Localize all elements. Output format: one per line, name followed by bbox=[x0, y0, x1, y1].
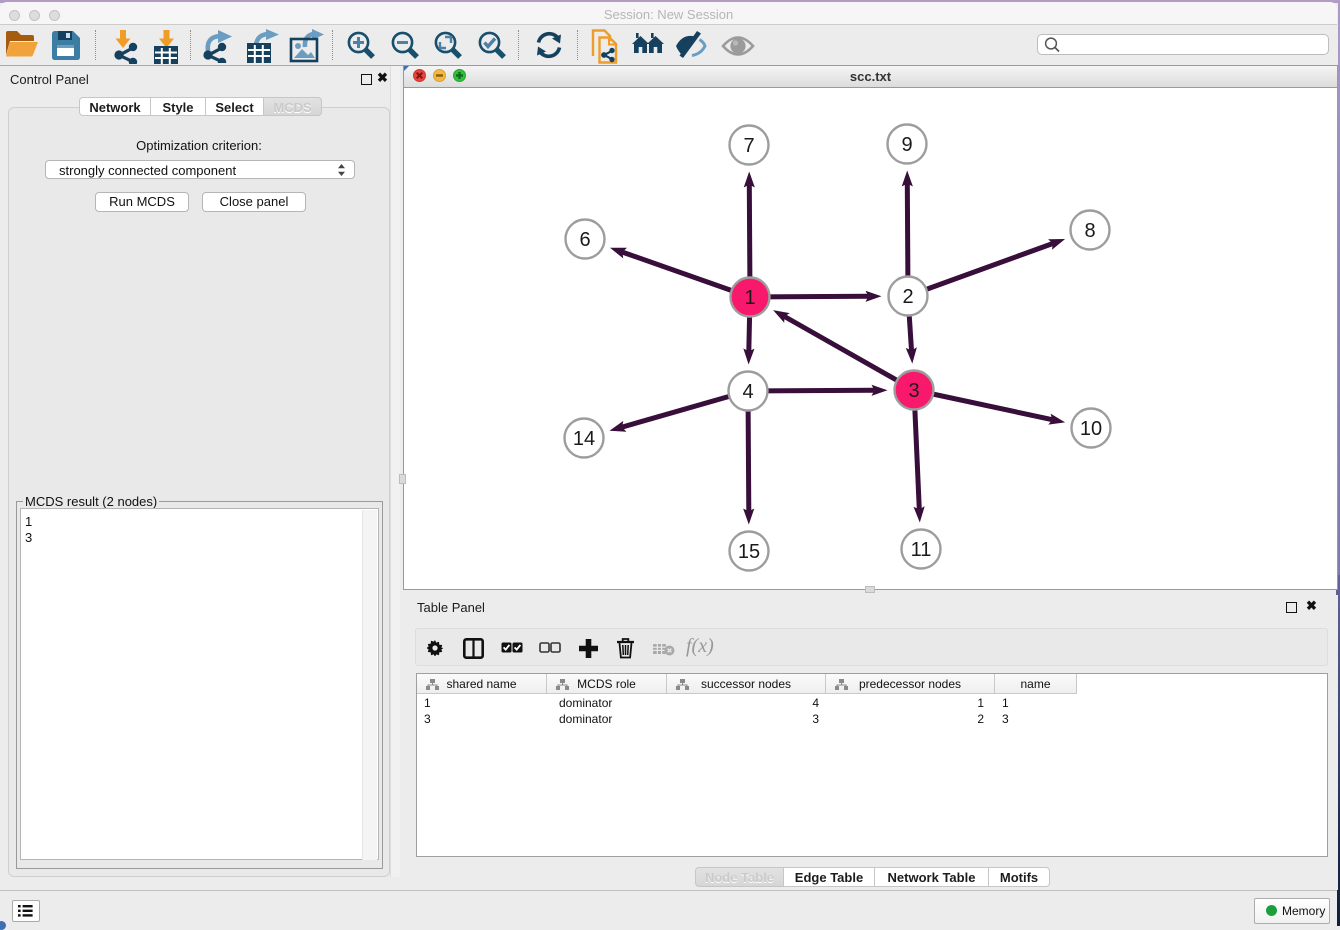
svg-text:1: 1 bbox=[744, 287, 755, 309]
svg-text:14: 14 bbox=[573, 428, 595, 450]
svg-text:9: 9 bbox=[901, 134, 912, 156]
svg-text:11: 11 bbox=[911, 539, 932, 561]
svg-text:3: 3 bbox=[908, 380, 919, 402]
svg-text:7: 7 bbox=[743, 135, 754, 157]
svg-text:10: 10 bbox=[1080, 418, 1102, 440]
svg-text:4: 4 bbox=[742, 381, 753, 403]
svg-text:2: 2 bbox=[902, 286, 913, 308]
svg-text:6: 6 bbox=[579, 229, 590, 251]
svg-text:8: 8 bbox=[1084, 220, 1095, 242]
svg-text:15: 15 bbox=[738, 541, 760, 563]
